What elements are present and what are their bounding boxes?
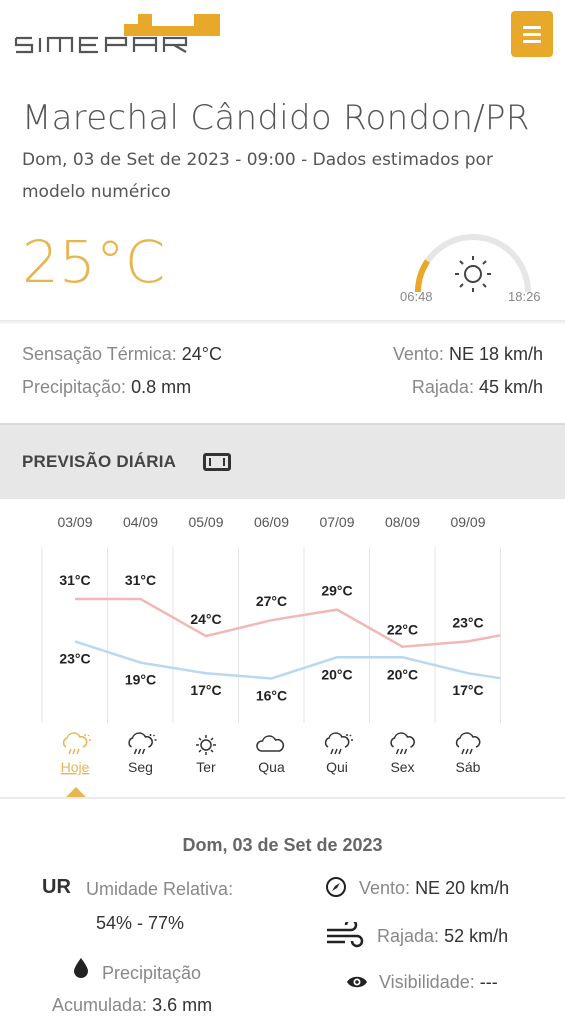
sun-icon	[455, 256, 491, 292]
rain-sun-icon[interactable]	[324, 732, 353, 755]
min-temp-label: 16°C	[256, 688, 287, 704]
app-header	[0, 0, 565, 80]
sunrise-time: 06:48	[400, 289, 433, 304]
daily-forecast-header: PREVISÃO DIÁRIA	[0, 423, 565, 499]
min-temp-label: 17°C	[190, 682, 221, 698]
raindrop-icon	[74, 958, 88, 978]
detail-date: Dom, 03 de Set de 2023	[182, 835, 383, 855]
daily-forecast-title: PREVISÃO DIÁRIA	[22, 452, 177, 471]
sun-icon[interactable]	[196, 735, 216, 755]
min-temp-label: 20°C	[387, 666, 418, 682]
simepar-logo[interactable]	[12, 10, 222, 60]
precip-accumulated: Acumulada: 3.6 mm	[52, 995, 213, 1015]
max-temp-line	[75, 597, 501, 648]
rain-icon[interactable]	[390, 732, 415, 755]
date-label: 08/09	[385, 514, 420, 530]
weekday-label: Sex	[390, 759, 414, 775]
min-temp-label: 19°C	[125, 672, 156, 688]
observation-subtitle: Dom, 03 de Set de 2023 - 09:00 - Dados e…	[22, 150, 493, 202]
weekday-label: Qui	[326, 759, 348, 775]
humidity-icon: UR	[42, 876, 71, 898]
weekday-label: Hoje	[61, 759, 90, 775]
min-temp-label: 17°C	[452, 682, 483, 698]
detail-wind: Vento: NE 20 km/h	[359, 878, 510, 898]
rain-sun-icon[interactable]	[62, 732, 91, 755]
divider	[0, 797, 565, 799]
table-icon[interactable]	[203, 453, 231, 471]
humidity-value: 54% - 77%	[96, 913, 185, 933]
divider	[0, 320, 565, 324]
weekday-label: Sáb	[456, 759, 481, 775]
date-label: 03/09	[57, 514, 92, 530]
wind: Vento: NE 18 km/h	[392, 344, 543, 364]
current-temperature: 25°C	[22, 228, 166, 296]
precip-label: Precipitação	[102, 963, 202, 983]
max-temp-label: 24°C	[190, 611, 221, 627]
wind-gust-icon	[327, 922, 364, 948]
min-temp-label: 23°C	[59, 650, 90, 666]
rain-icon[interactable]	[455, 732, 481, 755]
date-label: 09/09	[450, 514, 485, 530]
daily-forecast-chart: 03/09 04/09 05/09 06/09 07/09 08/09 09/09 31°C 3…	[41, 514, 501, 775]
hamburger-icon	[523, 25, 541, 29]
min-temp-label: 20°C	[321, 666, 352, 682]
date-label: 05/09	[188, 514, 223, 530]
detail-gust: Rajada: 52 km/h	[377, 926, 509, 946]
detail-visibility: Visibilidade: ---	[379, 972, 498, 992]
date-label: 06/09	[254, 514, 289, 530]
precipitation: Precipitação: 0.8 mm	[22, 377, 192, 397]
eye-icon	[347, 976, 367, 988]
menu-button[interactable]	[511, 11, 553, 57]
weekday-label: Qua	[258, 759, 285, 775]
humidity-label: Umidade Relativa:	[86, 879, 234, 899]
sunset-time: 18:26	[508, 289, 541, 304]
max-temp-label: 23°C	[452, 614, 483, 630]
wind-gust: Rajada: 45 km/h	[411, 377, 543, 397]
weekday-label: Seg	[128, 759, 153, 775]
weekday-label: Ter	[196, 759, 216, 775]
max-temp-label: 31°C	[125, 572, 156, 588]
max-temp-label: 22°C	[387, 622, 418, 638]
date-label: 07/09	[319, 514, 354, 530]
rain-sun-icon[interactable]	[128, 732, 157, 755]
max-temp-label: 27°C	[256, 593, 287, 609]
feels-like: Sensação Térmica: 24°C	[22, 344, 222, 364]
max-temp-label: 31°C	[59, 572, 90, 588]
compass-icon	[326, 877, 346, 897]
date-label: 04/09	[123, 514, 158, 530]
selected-day-indicator	[66, 787, 86, 797]
city-title: Marechal Cândido Rondon/PR	[22, 98, 530, 138]
max-temp-label: 29°C	[321, 583, 352, 599]
cloud-icon[interactable]	[256, 735, 285, 752]
